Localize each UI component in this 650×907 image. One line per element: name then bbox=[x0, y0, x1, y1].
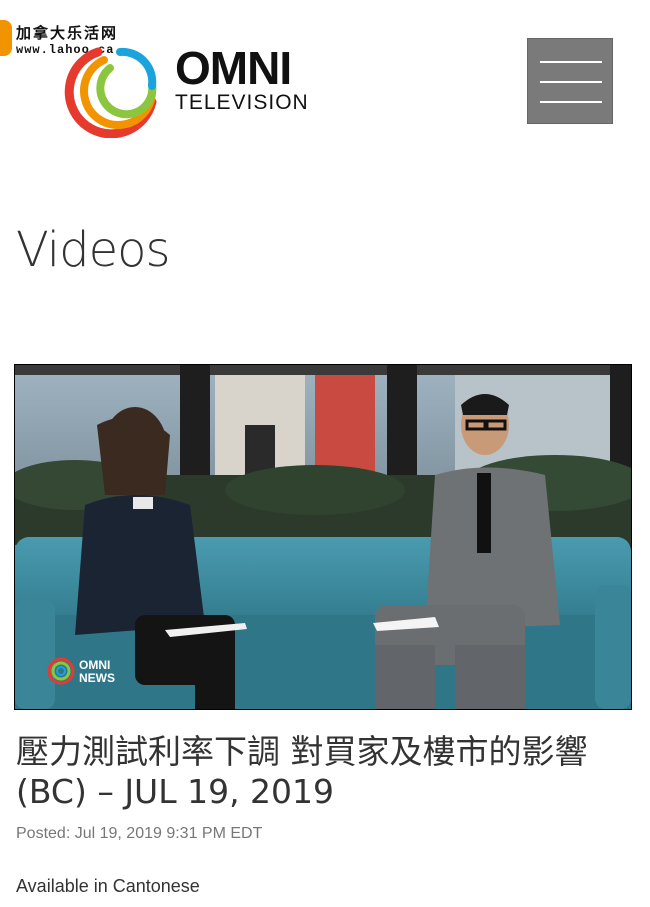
logo-subtitle: TELEVISION bbox=[175, 91, 309, 114]
menu-button[interactable] bbox=[527, 38, 613, 124]
omni-swirl-icon bbox=[64, 47, 157, 138]
video-title[interactable]: 壓力測試利率下調 對買家及樓市的影響 (BC) – JUL 19, 2019 bbox=[16, 732, 636, 812]
hamburger-menu-icon-bar-1 bbox=[540, 61, 602, 63]
watermark-logo-icon bbox=[0, 20, 12, 56]
page-title: Videos bbox=[16, 222, 170, 278]
logo-wordmark: OMNI bbox=[175, 42, 292, 94]
hamburger-menu-icon-bar-3 bbox=[540, 101, 602, 103]
watermark-name: 加拿大乐活网 bbox=[16, 25, 119, 42]
video-still-image: OMNI NEWS bbox=[15, 365, 631, 709]
svg-text:OMNI: OMNI bbox=[79, 658, 110, 672]
omni-logo[interactable]: OMNI TELEVISION bbox=[40, 42, 340, 138]
svg-text:NEWS: NEWS bbox=[79, 671, 115, 685]
availability-label: Available in Cantonese bbox=[16, 876, 200, 896]
video-thumbnail[interactable]: OMNI NEWS bbox=[14, 364, 632, 710]
posted-timestamp: Posted: Jul 19, 2019 9:31 PM EDT bbox=[16, 825, 263, 842]
hamburger-menu-icon-bar-2 bbox=[540, 81, 602, 83]
